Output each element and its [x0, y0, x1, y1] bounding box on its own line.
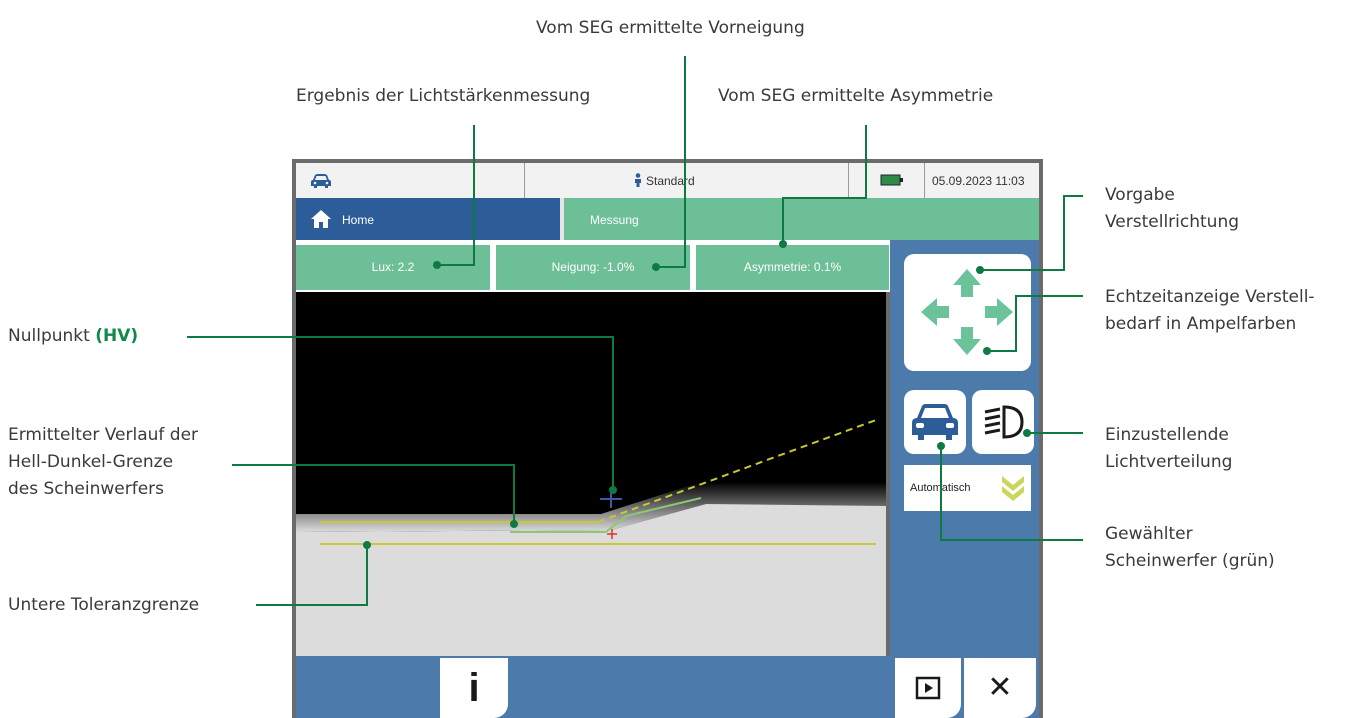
annotation-lichtverteilung-line2: Lichtverteilung	[1105, 452, 1233, 472]
car-front-icon	[911, 402, 959, 447]
battery-icon	[880, 174, 904, 189]
person-icon	[634, 173, 642, 190]
annotation-gewaehlt-line1: Gewählter	[1105, 524, 1193, 544]
status-bar: Standard 05.09.2023 11:03	[296, 163, 1039, 198]
annotation-vorgabe-line2: Verstellrichtung	[1105, 212, 1240, 232]
tab-home-label: Home	[342, 213, 375, 227]
close-button[interactable]: ✕	[964, 658, 1036, 718]
annotation-vorgabe-line1: Vorgabe	[1105, 185, 1175, 205]
annotation-lichtverteilung: Einzustellende Lichtverteilung	[1105, 422, 1232, 476]
low-beam-icon	[982, 404, 1026, 445]
annotation-gewaehlt-line2: Scheinwerfer (grün)	[1105, 551, 1275, 571]
statusbar-divider	[848, 163, 849, 198]
annotation-verlauf-line2: Hell-Dunkel-Grenze	[8, 452, 174, 472]
hv-crosshair	[600, 490, 622, 508]
annotation-vorgabe: Vorgabe Verstellrichtung	[1105, 182, 1239, 236]
asymmetrie-value: Asymmetrie: 0.1%	[696, 245, 889, 290]
measurement-view	[296, 292, 886, 656]
vehicle-select-button[interactable]	[904, 390, 966, 454]
tab-home[interactable]: Home	[296, 198, 560, 240]
annotation-asymmetrie: Vom SEG ermittelte Asymmetrie	[718, 86, 994, 106]
tab-messung[interactable]: Messung	[564, 198, 1039, 240]
beam-pattern-image	[296, 419, 886, 656]
double-chevron-down-icon	[1000, 473, 1026, 506]
annotation-echtzeit-line1: Echtzeitanzeige Verstell-	[1105, 287, 1315, 307]
info-icon: i	[468, 666, 480, 710]
statusbar-divider	[524, 163, 525, 198]
home-icon	[310, 209, 332, 232]
lux-value: Lux: 2.2	[296, 245, 490, 290]
annotation-nullpunkt-highlight: (HV)	[95, 326, 139, 346]
annotation-verlauf: Ermittelter Verlauf der Hell-Dunkel-Gren…	[8, 422, 198, 503]
measurement-values-bar: Lux: 2.2 Neigung: -1.0% Asymmetrie: 0.1%	[296, 240, 890, 292]
neigung-value: Neigung: -1.0%	[496, 245, 690, 290]
profile-label: Standard	[646, 174, 695, 188]
automatic-mode-label: Automatisch	[910, 482, 971, 494]
play-icon	[915, 676, 941, 705]
four-direction-arrows-icon	[917, 265, 1017, 364]
close-icon: ✕	[987, 670, 1013, 705]
annotation-lichtstaerke: Ergebnis der Lichtstärkenmessung	[296, 86, 591, 106]
annotation-verlauf-line1: Ermittelter Verlauf der	[8, 425, 199, 445]
annotation-verlauf-line3: des Scheinwerfers	[8, 479, 165, 499]
annotation-echtzeit-line2: bedarf in Ampelfarben	[1105, 314, 1297, 334]
annotation-vorneigung: Vom SEG ermittelte Vorneigung	[536, 18, 805, 38]
annotation-gewaehlt: Gewählter Scheinwerfer (grün)	[1105, 521, 1275, 575]
annotation-toleranz: Untere Toleranzgrenze	[8, 595, 200, 615]
play-button[interactable]	[895, 658, 961, 718]
annotation-lichtverteilung-line1: Einzustellende	[1105, 425, 1229, 445]
nav-bar: Home Messung	[296, 198, 1039, 240]
annotation-nullpunkt-text: Nullpunkt	[8, 326, 90, 346]
beam-select-button[interactable]	[972, 390, 1034, 454]
statusbar-divider	[924, 163, 925, 198]
automatic-mode-button[interactable]: Automatisch	[904, 465, 1031, 511]
direction-button[interactable]	[904, 254, 1031, 371]
car-icon	[310, 173, 332, 192]
info-button[interactable]: i	[440, 658, 508, 718]
annotation-nullpunkt: Nullpunkt (HV)	[8, 323, 138, 350]
annotation-echtzeit: Echtzeitanzeige Verstell- bedarf in Ampe…	[1105, 284, 1315, 338]
tab-messung-label: Messung	[590, 213, 639, 227]
datetime-label: 05.09.2023 11:03	[932, 174, 1025, 188]
